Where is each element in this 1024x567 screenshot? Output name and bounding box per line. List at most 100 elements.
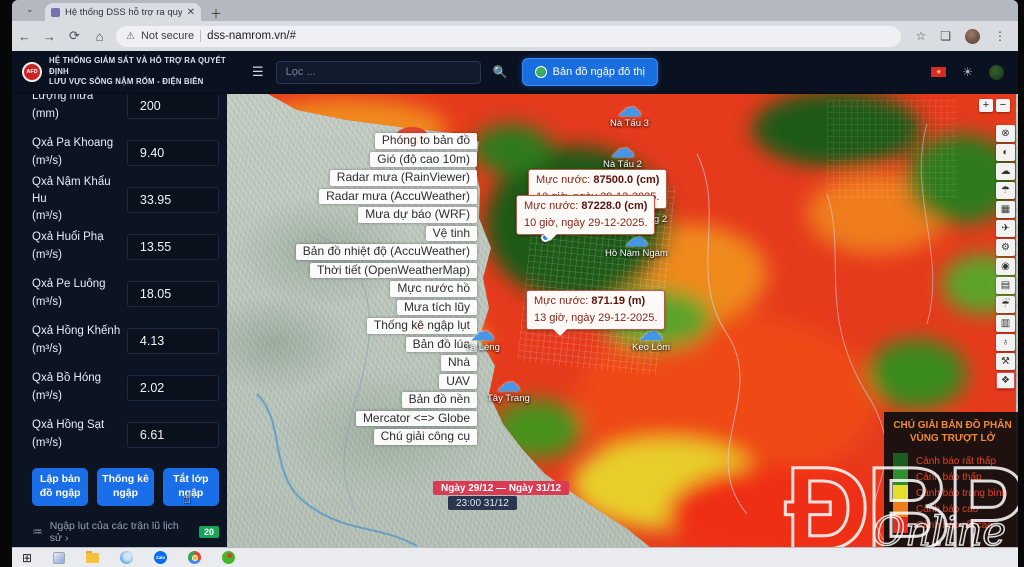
menu-item-wind[interactable]: Gió (độ cao 10m) xyxy=(370,152,477,168)
filter-input[interactable]: Lọc ... xyxy=(276,61,481,84)
theme-icon[interactable] xyxy=(989,65,1004,80)
windows-start-icon[interactable]: ⊞ xyxy=(22,552,32,564)
url-text[interactable]: dss-namrom.vn/# xyxy=(207,30,296,42)
back-icon[interactable]: ← xyxy=(12,29,37,44)
zoom-controls: + − xyxy=(979,99,1010,112)
station-label: Nà Tấu 3 xyxy=(610,118,649,129)
box-zoom-icon[interactable]: ⊗ xyxy=(996,125,1015,142)
file-explorer-icon[interactable] xyxy=(86,553,99,563)
gear-icon[interactable]: ⚙ xyxy=(996,239,1015,256)
historic-floods-link[interactable]: Ngập lụt của các trận lũ lịch sử › xyxy=(50,520,192,544)
wave-app-icon[interactable] xyxy=(120,551,133,564)
station-marker[interactable]: ☁ Tây Trang xyxy=(487,374,530,404)
menu-item-uav[interactable]: UAV xyxy=(439,374,477,390)
photos-app-icon[interactable] xyxy=(53,552,65,564)
station-label: Tà Lèng xyxy=(465,342,500,353)
new-tab-button[interactable]: ＋ xyxy=(210,5,222,22)
factory-icon[interactable]: ▤ xyxy=(996,277,1015,294)
site-favicon-icon xyxy=(51,8,60,17)
forward-icon[interactable]: → xyxy=(37,29,62,44)
not-secure-label[interactable]: Not secure xyxy=(141,30,194,42)
menu-item-flood-statistics[interactable]: Thống kê ngập lụt xyxy=(367,318,477,334)
zoom-out-button[interactable]: − xyxy=(996,99,1010,112)
day-night-icon[interactable]: ◐ xyxy=(996,144,1015,161)
map-canvas[interactable]: Phóng to bản đồ Gió (độ cao 10m) Radar m… xyxy=(227,94,1018,547)
screen-icon[interactable]: ▦ xyxy=(996,201,1015,218)
profile-avatar[interactable] xyxy=(965,29,980,44)
menu-item-mercator-globe[interactable]: Mercator <=> Globe xyxy=(356,411,477,427)
menu-item-temperature-map[interactable]: Bản đồ nhiệt độ (AccuWeather) xyxy=(296,244,477,260)
date-range-badge[interactable]: Ngày 29/12 — Ngày 31/12 xyxy=(433,481,569,495)
param-value-input[interactable]: 33.95 xyxy=(127,187,219,213)
tab-title: Hệ thống DSS hỗ trợ ra quyết đ xyxy=(65,7,182,18)
mouse-hand-cursor: ☝ xyxy=(182,489,191,507)
menu-item-reservoir-level[interactable]: Mực nước hồ xyxy=(390,281,477,297)
legend-color-swatch xyxy=(893,469,908,485)
param-value-input[interactable]: 2.02 xyxy=(127,375,219,401)
browser-tab[interactable]: Hệ thống DSS hỗ trợ ra quyết đ ✕ xyxy=(45,3,201,21)
search-icon[interactable]: 🔍 xyxy=(493,65,508,79)
vietnam-flag-icon[interactable]: ★ xyxy=(931,67,946,77)
browser-tabstrip: ⌄ Hệ thống DSS hỗ trợ ra quyết đ ✕ ＋ xyxy=(12,0,1018,21)
globe-tool-icon[interactable]: ♁ xyxy=(996,334,1015,351)
param-value-input[interactable]: 18.05 xyxy=(127,281,219,307)
menu-item-satellite[interactable]: Vệ tinh xyxy=(426,226,477,242)
extensions-icon[interactable]: ❏ xyxy=(940,29,951,43)
browser-menu-icon[interactable]: ⋮ xyxy=(994,29,1006,43)
plane-icon[interactable]: ✈ xyxy=(996,220,1015,237)
map-layer-menu: Phóng to bản đồ Gió (độ cao 10m) Radar m… xyxy=(227,133,477,445)
station-marker[interactable]: ☁ Tà Lèng xyxy=(465,323,500,353)
param-unit: (mm) xyxy=(32,106,127,123)
map-layers-icon[interactable]: ▥ xyxy=(996,315,1015,332)
menu-item-tool-legend[interactable]: Chú giải công cụ xyxy=(374,429,477,445)
menu-item-wrf-rain[interactable]: Mưa dự báo (WRF) xyxy=(358,207,477,223)
legend-row: Cảnh báo cao xyxy=(893,501,1012,517)
zoom-in-button[interactable]: + xyxy=(979,99,993,112)
menu-item-openweathermap[interactable]: Thời tiết (OpenWeatherMap) xyxy=(310,263,477,279)
dss-app-page: AFD HỆ THỐNG GIÁM SÁT VÀ HỖ TRỢ RA QUYẾT… xyxy=(12,51,1018,547)
param-label: Lượng mưa xyxy=(32,94,93,102)
menu-item-basemap[interactable]: Bản đồ nền xyxy=(402,392,477,408)
param-value-input[interactable]: 4.13 xyxy=(127,328,219,354)
urban-flood-map-button[interactable]: Bản đồ ngập đô thị xyxy=(522,58,658,86)
tab-close-icon[interactable]: ✕ xyxy=(187,7,195,18)
sidebar-row-pa-khoang: Qxả Pa Khoang(m³/s) 9.40 xyxy=(32,129,219,176)
bookmark-star-icon[interactable]: ☆ xyxy=(915,29,926,43)
menu-item-accumulated-rain[interactable]: Mưa tích lũy xyxy=(397,300,477,316)
cloud-icon: ☁ xyxy=(470,323,495,341)
param-value-input[interactable]: 13.55 xyxy=(127,234,219,260)
tab-search-chevron-icon[interactable]: ⌄ xyxy=(26,4,34,15)
param-value-input[interactable]: 6.61 xyxy=(127,422,219,448)
chrome-app-icon[interactable] xyxy=(188,551,201,564)
param-value-input[interactable]: 9.40 xyxy=(127,140,219,166)
globe-icon xyxy=(535,66,547,78)
param-value-input[interactable]: 200 xyxy=(127,94,219,119)
legend-color-swatch xyxy=(893,501,908,517)
home-icon[interactable]: ⌂ xyxy=(87,29,112,44)
create-flood-map-button[interactable]: Lập bản đồ ngập xyxy=(32,468,88,506)
zalo-app-icon[interactable]: Zalo xyxy=(154,551,167,564)
station-marker[interactable]: ☁ Nà Tấu 3 xyxy=(610,99,649,129)
menu-item-radar-accuweather[interactable]: Radar mưa (AccuWeather) xyxy=(319,189,477,205)
rain-gauge-icon[interactable]: ☂ xyxy=(996,182,1015,199)
marker-icon[interactable]: ◉ xyxy=(996,258,1015,275)
storm-icon[interactable]: ☁ xyxy=(996,163,1015,180)
hamburger-menu-icon[interactable]: ☰ xyxy=(252,64,264,80)
brightness-icon[interactable]: ☀ xyxy=(962,65,973,79)
station-marker[interactable]: ☁ Nà Tấu 2 xyxy=(603,140,642,170)
menu-item-radar-rainviewer[interactable]: Radar mưa (RainViewer) xyxy=(330,170,477,186)
url-bar[interactable]: ⚠ Not secure dss-namrom.vn/# xyxy=(116,26,901,47)
param-unit: (m³/s) xyxy=(32,153,127,170)
flood-statistics-button[interactable]: Thống kê ngập xyxy=(97,468,153,506)
param-unit: (m³/s) xyxy=(32,341,127,358)
reload-icon[interactable]: ⟳ xyxy=(62,28,87,44)
menu-item-houses[interactable]: Nhà xyxy=(441,355,477,371)
drone-icon[interactable]: ❖ xyxy=(996,372,1015,389)
menu-item-zoom-map[interactable]: Phóng to bản đồ xyxy=(375,133,477,149)
rain-cloud-icon[interactable]: ☔ xyxy=(996,296,1015,313)
legend-color-swatch xyxy=(893,453,908,469)
param-label: Qxả Pe Luông xyxy=(32,278,106,290)
tractor-icon[interactable]: ⚒ xyxy=(996,353,1015,370)
coccoc-app-icon[interactable] xyxy=(222,551,235,564)
param-unit: (m³/s) xyxy=(32,388,127,405)
